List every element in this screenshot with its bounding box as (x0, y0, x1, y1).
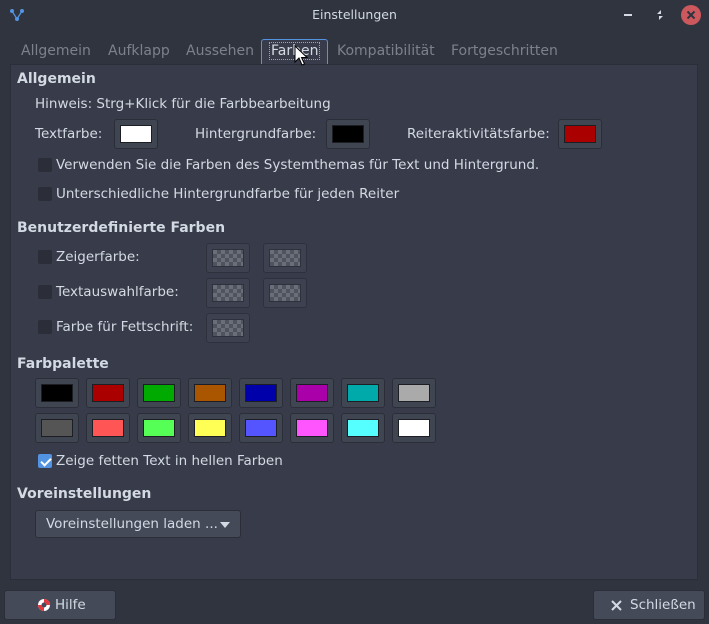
tab-activity-color-button[interactable] (558, 119, 602, 149)
close-button[interactable]: Schließen (593, 590, 705, 620)
tab-activity-color-swatch (564, 125, 596, 143)
bold-bright-checkbox[interactable] (38, 454, 52, 468)
bold-color-button[interactable] (206, 313, 250, 343)
palette-color-5-button[interactable] (290, 378, 334, 408)
text-color-button[interactable] (114, 119, 158, 149)
selection-fg-swatch (212, 284, 244, 302)
tab-kompatibilitaet[interactable]: Kompatibilität (337, 38, 435, 64)
palette-color-2-button[interactable] (137, 378, 181, 408)
palette-color-11-button[interactable] (188, 413, 232, 443)
title-bar: Einstellungen (0, 0, 709, 30)
palette-swatch (245, 384, 277, 402)
bold-bright-label[interactable]: Zeige fetten Text in hellen Farben (56, 453, 283, 469)
palette-swatch (398, 419, 430, 437)
bg-color-label: Hintergrundfarbe: (195, 126, 317, 142)
help-label: Hilfe (55, 597, 86, 613)
selection-bg-swatch (269, 284, 301, 302)
window-title: Einstellungen (312, 7, 397, 22)
minimize-icon[interactable] (618, 5, 638, 25)
cursor-bg-swatch (269, 249, 301, 267)
palette-swatch (92, 419, 124, 437)
cursor-bg-color-button[interactable] (263, 243, 307, 273)
palette-swatch (143, 419, 175, 437)
section-heading-general: Allgemein (17, 71, 96, 87)
text-color-swatch (120, 125, 152, 143)
different-bg-label[interactable]: Unterschiedliche Hintergrundfarbe für je… (56, 186, 399, 202)
use-system-colors-checkbox[interactable] (38, 158, 52, 172)
section-heading-custom: Benutzerdefinierte Farben (17, 220, 226, 236)
lifebuoy-icon (38, 599, 50, 611)
different-bg-checkbox[interactable] (38, 187, 52, 201)
cursor-color-checkbox[interactable] (38, 250, 52, 264)
palette-swatch (143, 384, 175, 402)
help-button[interactable]: Hilfe (4, 590, 116, 620)
palette-color-12-button[interactable] (239, 413, 283, 443)
tab-aussehen[interactable]: Aussehen (186, 38, 254, 64)
load-presets-dropdown[interactable]: Voreinstellungen laden ... (35, 510, 241, 538)
tab-allgemein[interactable]: Allgemein (21, 38, 91, 64)
palette-swatch (398, 384, 430, 402)
chevron-down-icon (220, 522, 230, 528)
palette-color-0-button[interactable] (35, 378, 79, 408)
section-heading-presets: Voreinstellungen (17, 486, 152, 502)
palette-color-6-button[interactable] (341, 378, 385, 408)
bold-color-label[interactable]: Farbe für Fettschrift: (56, 319, 193, 335)
palette-color-1-button[interactable] (86, 378, 130, 408)
hint-text: Hinweis: Strg+Klick für die Farbbearbeit… (35, 96, 331, 112)
cursor-color-label[interactable]: Zeigerfarbe: (56, 249, 140, 265)
selection-color-checkbox[interactable] (38, 285, 52, 299)
tab-activity-color-label: Reiteraktivitätsfarbe: (407, 126, 550, 142)
tab-aufklapp[interactable]: Aufklapp (108, 38, 170, 64)
cursor-fg-swatch (212, 249, 244, 267)
bold-color-swatch (212, 319, 244, 337)
cursor-fg-color-button[interactable] (206, 243, 250, 273)
palette-color-3-button[interactable] (188, 378, 232, 408)
palette-swatch (347, 419, 379, 437)
palette-color-7-button[interactable] (392, 378, 436, 408)
palette-color-4-button[interactable] (239, 378, 283, 408)
selection-bg-color-button[interactable] (263, 278, 307, 308)
bg-color-swatch (332, 125, 364, 143)
palette-color-13-button[interactable] (290, 413, 334, 443)
use-system-colors-label[interactable]: Verwenden Sie die Farben des Systemthema… (56, 157, 539, 173)
mouse-pointer-icon (294, 45, 308, 66)
palette-color-10-button[interactable] (137, 413, 181, 443)
close-x-icon (611, 600, 622, 611)
palette-color-14-button[interactable] (341, 413, 385, 443)
palette-swatch (245, 419, 277, 437)
selection-fg-color-button[interactable] (206, 278, 250, 308)
palette-color-9-button[interactable] (86, 413, 130, 443)
text-color-label: Textfarbe: (35, 126, 103, 142)
maximize-icon[interactable] (650, 5, 670, 25)
palette-swatch (296, 384, 328, 402)
palette-swatch (194, 384, 226, 402)
palette-swatch (347, 384, 379, 402)
palette-color-8-button[interactable] (35, 413, 79, 443)
palette-swatch (194, 419, 226, 437)
window-close-icon[interactable] (681, 5, 701, 25)
close-label: Schließen (630, 597, 696, 613)
palette-swatch (296, 419, 328, 437)
selection-color-label[interactable]: Textauswahlfarbe: (56, 284, 179, 300)
palette-swatch (41, 384, 73, 402)
bg-color-button[interactable] (326, 119, 370, 149)
load-presets-label: Voreinstellungen laden ... (46, 516, 218, 532)
tab-fortgeschritten[interactable]: Fortgeschritten (451, 38, 558, 64)
bold-color-checkbox[interactable] (38, 320, 52, 334)
palette-swatch (92, 384, 124, 402)
section-heading-palette: Farbpalette (17, 356, 109, 372)
palette-swatch (41, 419, 73, 437)
palette-color-15-button[interactable] (392, 413, 436, 443)
